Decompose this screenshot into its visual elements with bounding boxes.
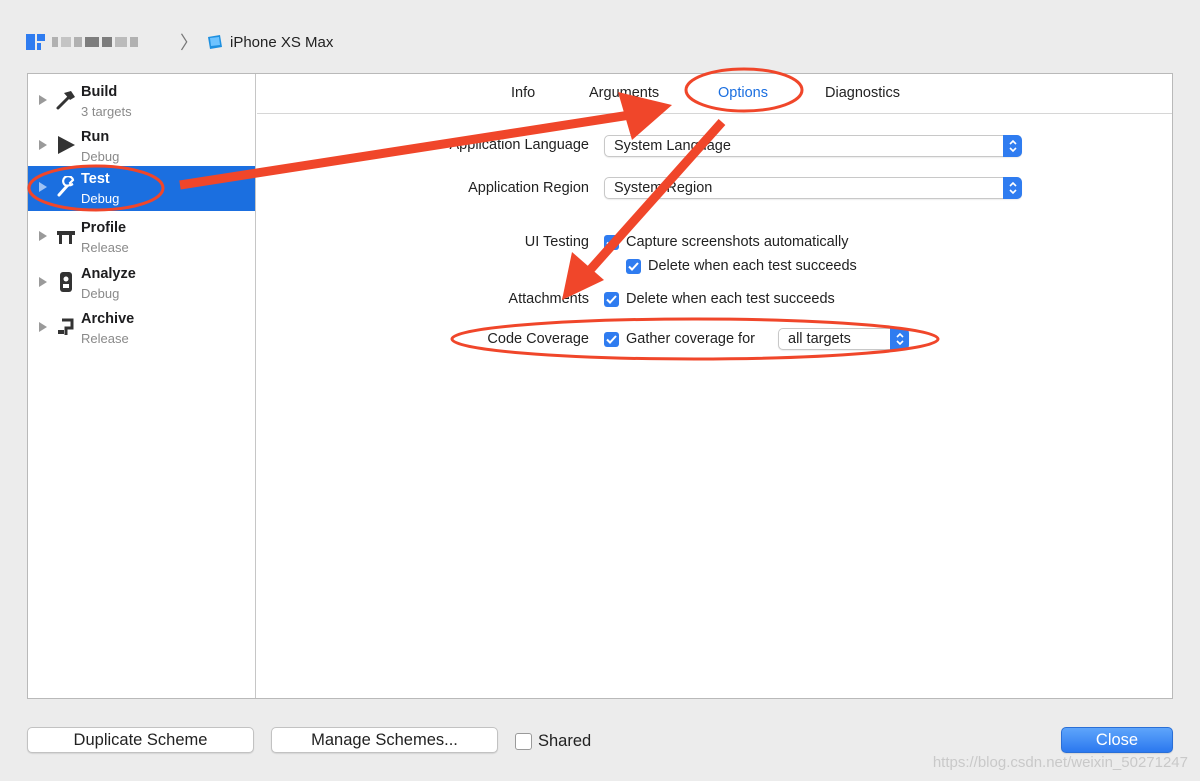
disclosure-triangle-icon[interactable]: [39, 182, 47, 192]
tab-diagnostics[interactable]: Diagnostics: [825, 85, 900, 101]
sidebar-item-run[interactable]: Run Debug: [28, 124, 255, 169]
sidebar-item-build[interactable]: Build 3 targets: [28, 79, 255, 124]
close-button[interactable]: Close: [1061, 727, 1173, 753]
gather-coverage-label: Gather coverage for: [626, 331, 755, 347]
breadcrumb-separator: 〉: [180, 33, 198, 53]
attachments-label: Attachments: [508, 291, 589, 307]
sidebar-item-profile[interactable]: Profile Release: [28, 215, 255, 260]
hammer-icon: [56, 91, 75, 110]
tab-arguments[interactable]: Arguments: [589, 85, 659, 101]
sidebar-item-subtitle: Release: [81, 331, 129, 346]
delete-attachments-label: Delete when each test succeeds: [626, 291, 835, 307]
checkmark-icon: [606, 238, 617, 247]
ui-testing-label: UI Testing: [524, 234, 589, 250]
caliper-icon: [57, 231, 75, 244]
sidebar-item-title: Analyze: [81, 266, 136, 282]
shared-checkbox[interactable]: [515, 733, 532, 750]
sidebar-item-title: Run: [81, 129, 110, 145]
shared-label: Shared: [538, 732, 592, 750]
sidebar-item-title: Test: [81, 171, 110, 187]
sidebar-item-title: Archive: [81, 311, 135, 327]
select-chevron-icon: [1003, 135, 1022, 157]
sidebar-item-title: Profile: [81, 220, 127, 236]
scheme-editor-panel: Build 3 targets Run Debug Test Debug Pro…: [27, 73, 1173, 699]
disclosure-triangle-icon[interactable]: [39, 231, 47, 241]
app-language-value: System Language: [614, 138, 731, 154]
tab-bar: Info Arguments Options Diagnostics: [257, 74, 1172, 114]
disclosure-triangle-icon[interactable]: [39, 140, 47, 150]
sidebar-item-title: Build: [81, 84, 118, 100]
wrench-icon: [57, 176, 75, 197]
sidebar-item-subtitle: 3 targets: [81, 104, 132, 119]
sidebar-item-analyze[interactable]: Analyze Debug: [28, 261, 255, 306]
tab-info[interactable]: Info: [511, 85, 535, 101]
device-name: iPhone XS Max: [230, 33, 334, 51]
disclosure-triangle-icon[interactable]: [39, 322, 47, 332]
capture-screenshots-checkbox[interactable]: [604, 235, 619, 250]
gather-coverage-checkbox[interactable]: [604, 332, 619, 347]
checkmark-icon: [606, 335, 617, 344]
sidebar-item-test[interactable]: Test Debug: [28, 166, 255, 211]
delete-screenshots-label: Delete when each test succeeds: [648, 258, 857, 274]
disclosure-triangle-icon[interactable]: [39, 95, 47, 105]
select-chevron-icon: [890, 328, 909, 350]
analyze-icon: [60, 272, 72, 292]
delete-attachments-checkbox[interactable]: [604, 292, 619, 307]
app-language-label: Application Language: [449, 137, 589, 153]
watermark-text: https://blog.csdn.net/weixin_50271247: [932, 754, 1188, 771]
checkmark-icon: [606, 295, 617, 304]
app-region-select[interactable]: System Region: [604, 177, 1022, 199]
app-language-select[interactable]: System Language: [604, 135, 1022, 157]
app-region-value: System Region: [614, 180, 713, 196]
scheme-breadcrumb[interactable]: 〉 iPhone XS Max: [26, 28, 333, 56]
sidebar-item-subtitle: Debug: [81, 191, 120, 206]
delete-screenshots-checkbox[interactable]: [626, 259, 641, 274]
archive-icon: [58, 318, 74, 335]
sidebar-item-subtitle: Release: [81, 240, 129, 255]
duplicate-scheme-button[interactable]: Duplicate Scheme: [27, 727, 254, 753]
scheme-actions-sidebar: Build 3 targets Run Debug Test Debug Pro…: [28, 74, 256, 698]
app-region-label: Application Region: [468, 180, 589, 196]
sidebar-item-subtitle: Debug: [81, 286, 120, 301]
select-chevron-icon: [1003, 177, 1022, 199]
app-icon: [26, 34, 45, 50]
sidebar-item-subtitle: Debug: [81, 149, 120, 164]
checkmark-icon: [628, 262, 639, 271]
play-icon: [58, 136, 75, 154]
device-icon: [208, 35, 222, 49]
capture-screenshots-label: Capture screenshots automatically: [626, 234, 849, 250]
sidebar-item-archive[interactable]: Archive Release: [28, 306, 255, 351]
coverage-targets-select[interactable]: all targets: [778, 328, 909, 350]
scheme-name-redacted: [52, 35, 172, 49]
tab-options[interactable]: Options: [718, 85, 768, 101]
scheme-options-content: Info Arguments Options Diagnostics Appli…: [257, 74, 1172, 698]
manage-schemes-button[interactable]: Manage Schemes...: [271, 727, 498, 753]
disclosure-triangle-icon[interactable]: [39, 277, 47, 287]
coverage-targets-value: all targets: [788, 331, 851, 347]
code-coverage-label: Code Coverage: [487, 331, 589, 347]
